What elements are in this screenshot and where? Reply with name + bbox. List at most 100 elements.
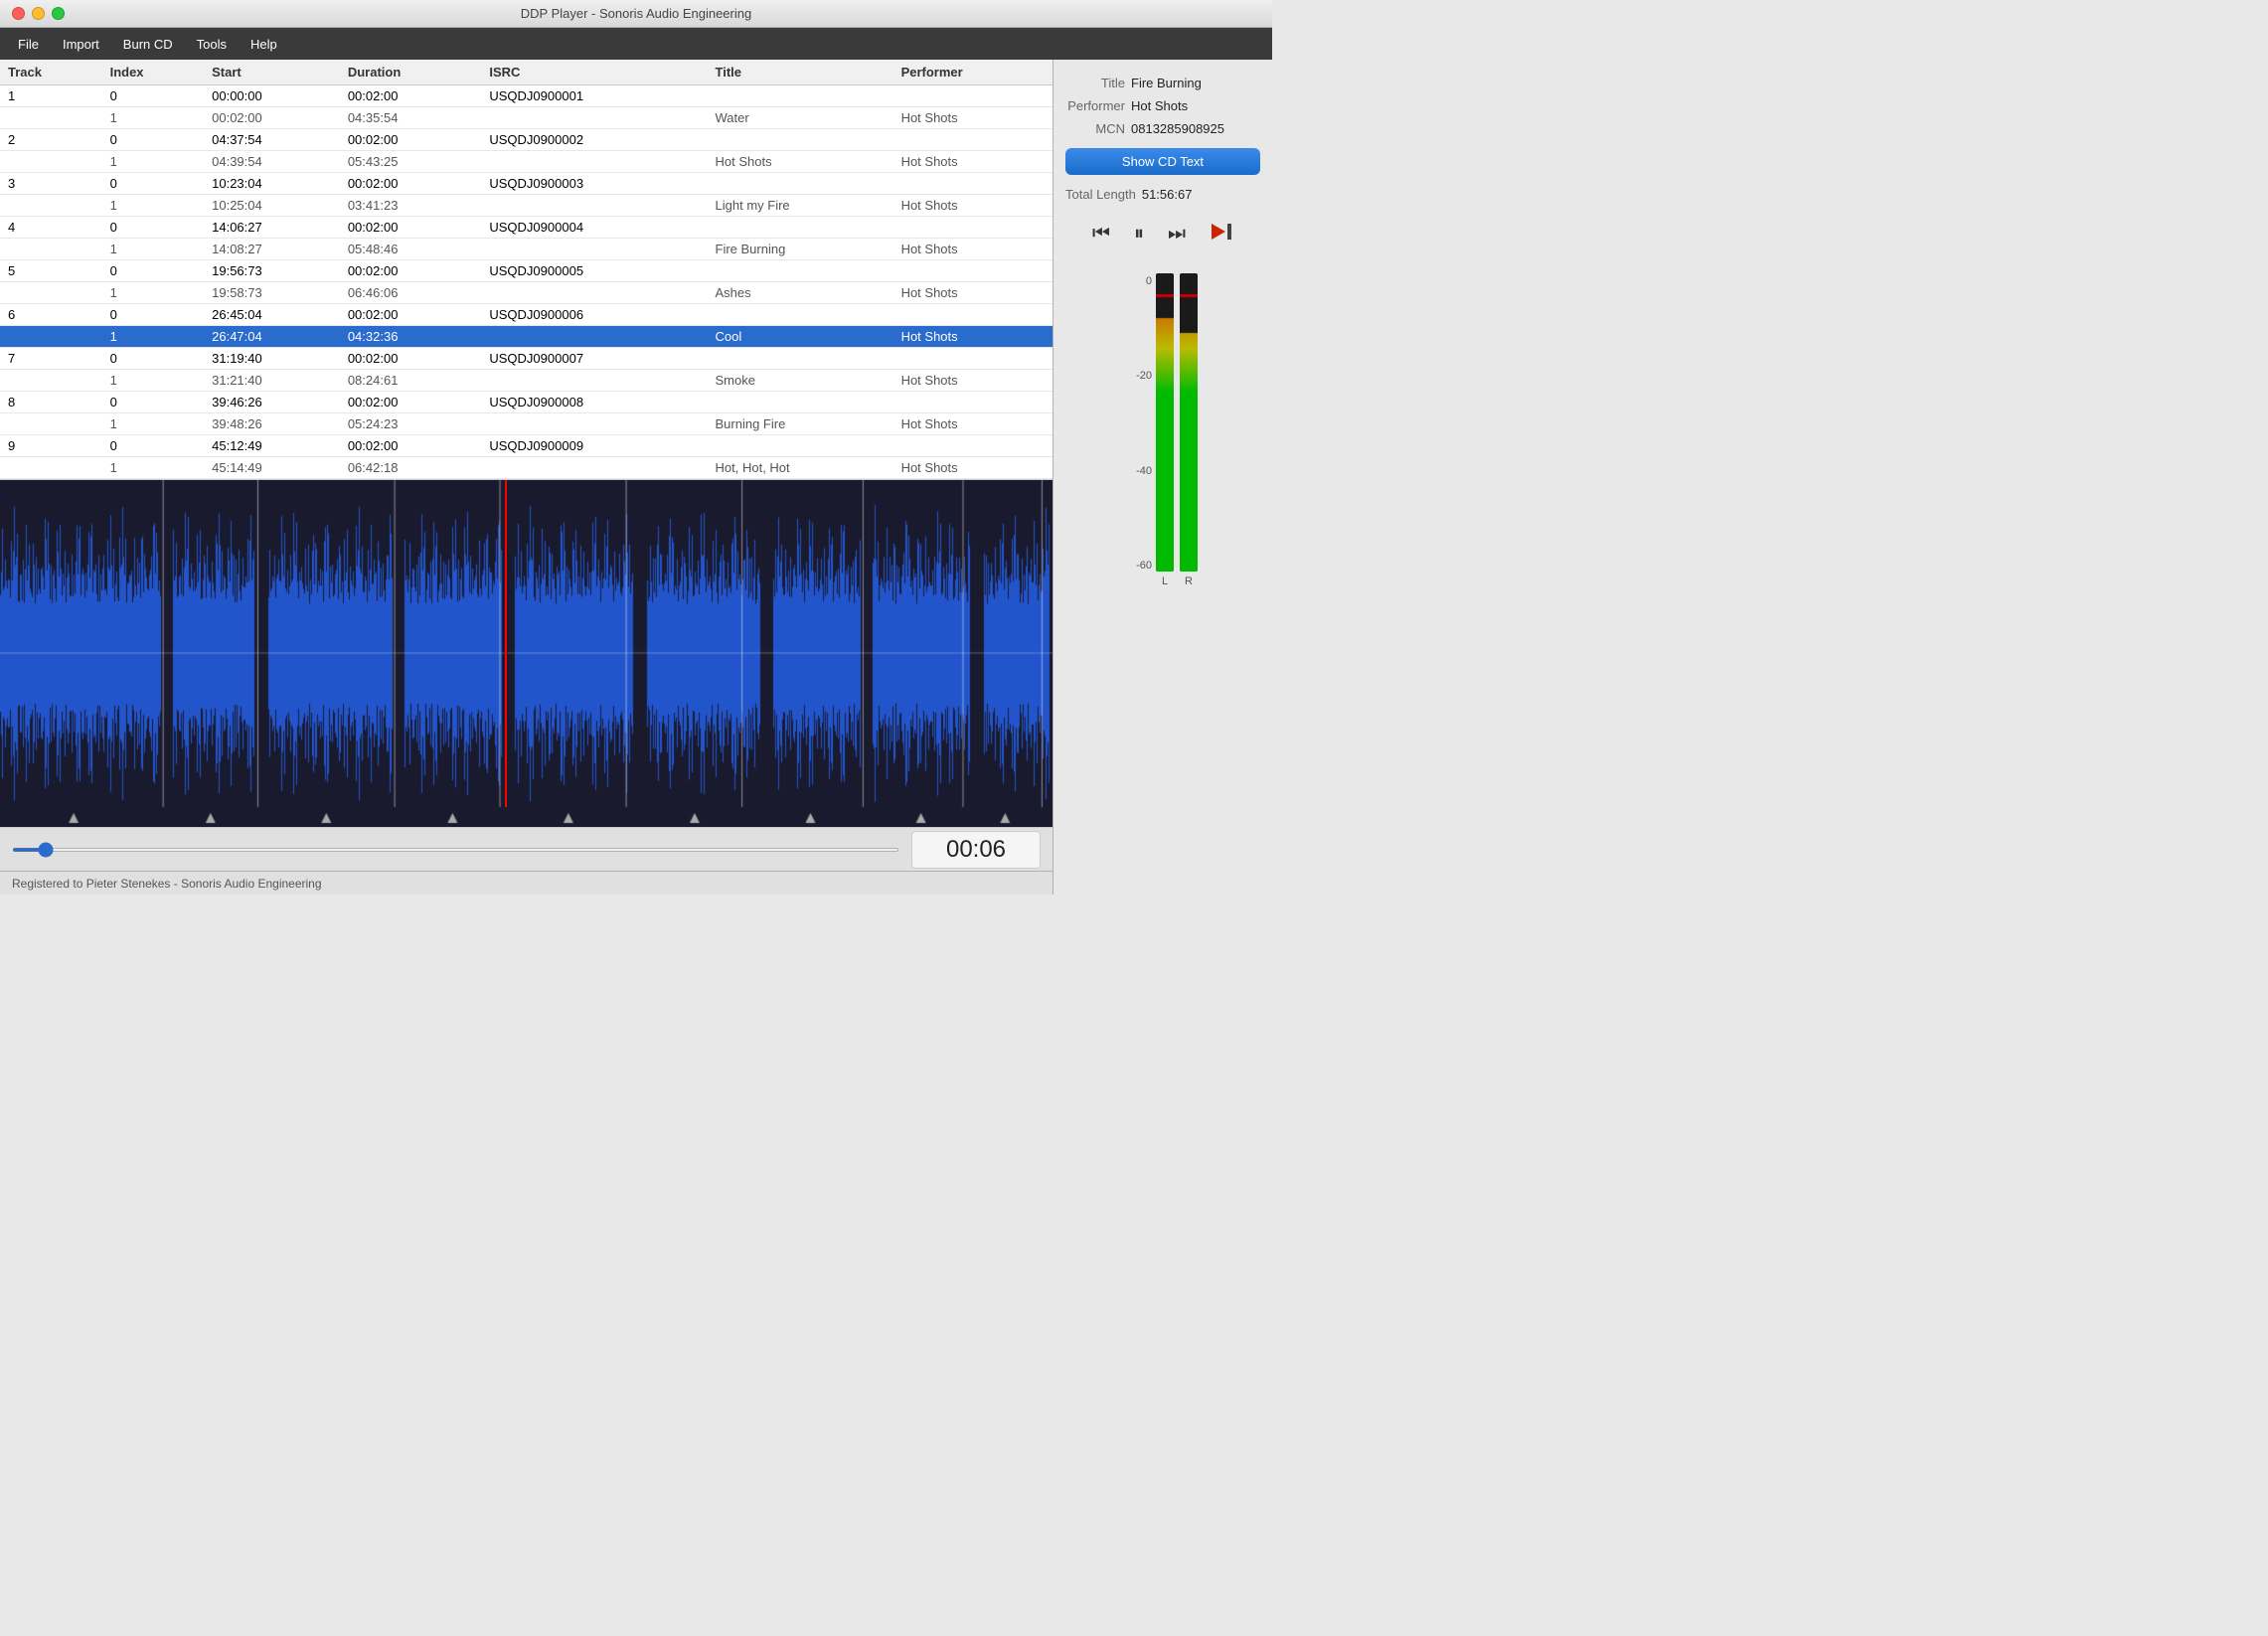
table-cell	[708, 392, 893, 413]
table-cell: 0	[102, 129, 205, 151]
table-row[interactable]: 110:25:0403:41:23Light my FireHot Shots	[0, 195, 1053, 217]
table-row[interactable]: 2004:37:5400:02:00USQDJ0900002	[0, 129, 1053, 151]
table-cell: 1	[102, 195, 205, 217]
table-cell	[708, 260, 893, 282]
window-controls[interactable]	[12, 7, 65, 20]
show-cd-text-button[interactable]: Show CD Text	[1065, 148, 1260, 175]
table-cell	[481, 151, 707, 173]
table-cell: USQDJ0900005	[481, 260, 707, 282]
table-cell: 05:43:25	[340, 151, 482, 173]
table-cell: 7	[0, 348, 102, 370]
transport-controls: ⏮ ⏸ ⏭	[1065, 218, 1260, 249]
table-cell: 19:58:73	[204, 282, 340, 304]
table-cell: 0	[102, 260, 205, 282]
table-row[interactable]: 9045:12:4900:02:00USQDJ0900009	[0, 435, 1053, 457]
fast-forward-button[interactable]: ⏭	[1164, 220, 1190, 247]
table-row[interactable]: 114:08:2705:48:46Fire BurningHot Shots	[0, 239, 1053, 260]
table-cell: 0	[102, 435, 205, 457]
mcn-value: 0813285908925	[1131, 121, 1224, 136]
table-cell: 39:48:26	[204, 413, 340, 435]
table-cell: 1	[102, 151, 205, 173]
progress-slider[interactable]	[12, 848, 899, 852]
table-row[interactable]: 4014:06:2700:02:00USQDJ0900004	[0, 217, 1053, 239]
table-cell	[0, 107, 102, 129]
table-row[interactable]: 139:48:2605:24:23Burning FireHot Shots	[0, 413, 1053, 435]
time-display: 00:06	[911, 831, 1041, 869]
minimize-button[interactable]	[32, 7, 45, 20]
table-cell: 31:19:40	[204, 348, 340, 370]
table-cell: 08:24:61	[340, 370, 482, 392]
table-cell	[893, 304, 1053, 326]
table-cell: 5	[0, 260, 102, 282]
table-row[interactable]: 1000:00:0000:02:00USQDJ0900001	[0, 85, 1053, 107]
table-cell	[0, 457, 102, 479]
pause-button[interactable]: ⏸	[1130, 220, 1148, 247]
table-row[interactable]: 5019:56:7300:02:00USQDJ0900005	[0, 260, 1053, 282]
col-index: Index	[102, 60, 205, 85]
table-cell	[0, 413, 102, 435]
table-cell: 9	[0, 435, 102, 457]
table-cell: 10:23:04	[204, 173, 340, 195]
vu-channel-left: L	[1156, 273, 1174, 587]
table-cell	[893, 348, 1053, 370]
table-cell: 05:24:23	[340, 413, 482, 435]
menu-file[interactable]: File	[8, 33, 49, 56]
table-cell: 04:37:54	[204, 129, 340, 151]
table-cell: 04:39:54	[204, 151, 340, 173]
table-cell: 0	[102, 85, 205, 107]
table-cell: 06:42:18	[340, 457, 482, 479]
info-total-length-row: Total Length 51:56:67	[1065, 187, 1260, 202]
play-to-end-button[interactable]	[1206, 218, 1237, 249]
close-button[interactable]	[12, 7, 25, 20]
table-cell	[893, 260, 1053, 282]
rewind-button[interactable]: ⏮	[1088, 220, 1114, 247]
table-cell	[708, 217, 893, 239]
table-cell: 00:02:00	[340, 260, 482, 282]
table-cell: Hot Shots	[893, 195, 1053, 217]
statusbar: Registered to Pieter Stenekes - Sonoris …	[0, 871, 1053, 895]
table-row[interactable]: 6026:45:0400:02:00USQDJ0900006	[0, 304, 1053, 326]
window-title: DDP Player - Sonoris Audio Engineering	[521, 6, 751, 21]
table-cell	[708, 85, 893, 107]
left-panel: Track Index Start Duration ISRC Title Pe…	[0, 60, 1053, 895]
menu-import[interactable]: Import	[53, 33, 109, 56]
table-cell: Hot Shots	[893, 282, 1053, 304]
table-row[interactable]: 100:02:0004:35:54WaterHot Shots	[0, 107, 1053, 129]
vu-scale-20: -20	[1128, 370, 1152, 382]
table-row[interactable]: 131:21:4008:24:61SmokeHot Shots	[0, 370, 1053, 392]
table-cell: 03:41:23	[340, 195, 482, 217]
table-cell: 1	[102, 239, 205, 260]
table-cell: 0	[102, 304, 205, 326]
performer-label: Performer	[1065, 98, 1125, 113]
table-cell: 1	[102, 457, 205, 479]
performer-value: Hot Shots	[1131, 98, 1188, 113]
table-row[interactable]: 119:58:7306:46:06AshesHot Shots	[0, 282, 1053, 304]
table-cell: USQDJ0900007	[481, 348, 707, 370]
table-cell: 10:25:04	[204, 195, 340, 217]
table-cell: USQDJ0900009	[481, 435, 707, 457]
table-row[interactable]: 126:47:0404:32:36CoolHot Shots	[0, 326, 1053, 348]
playhead	[505, 480, 507, 807]
table-cell: 00:02:00	[340, 348, 482, 370]
table-cell: USQDJ0900003	[481, 173, 707, 195]
table-cell	[481, 457, 707, 479]
table-row[interactable]: 104:39:5405:43:25Hot ShotsHot Shots	[0, 151, 1053, 173]
table-cell: Hot Shots	[893, 370, 1053, 392]
table-row[interactable]: 7031:19:4000:02:00USQDJ0900007	[0, 348, 1053, 370]
table-cell: Smoke	[708, 370, 893, 392]
table-cell: Hot Shots	[893, 239, 1053, 260]
table-row[interactable]: 3010:23:0400:02:00USQDJ0900003	[0, 173, 1053, 195]
waveform-display[interactable]	[0, 480, 1053, 827]
menu-burn-cd[interactable]: Burn CD	[113, 33, 183, 56]
maximize-button[interactable]	[52, 7, 65, 20]
menu-help[interactable]: Help	[241, 33, 287, 56]
menu-tools[interactable]: Tools	[187, 33, 237, 56]
table-cell	[481, 282, 707, 304]
table-row[interactable]: 145:14:4906:42:18Hot, Hot, HotHot Shots	[0, 457, 1053, 479]
table-header-row: Track Index Start Duration ISRC Title Pe…	[0, 60, 1053, 85]
table-cell: 4	[0, 217, 102, 239]
table-cell: 00:02:00	[340, 435, 482, 457]
table-cell: USQDJ0900006	[481, 304, 707, 326]
table-row[interactable]: 8039:46:2600:02:00USQDJ0900008	[0, 392, 1053, 413]
table-cell: 00:02:00	[340, 85, 482, 107]
